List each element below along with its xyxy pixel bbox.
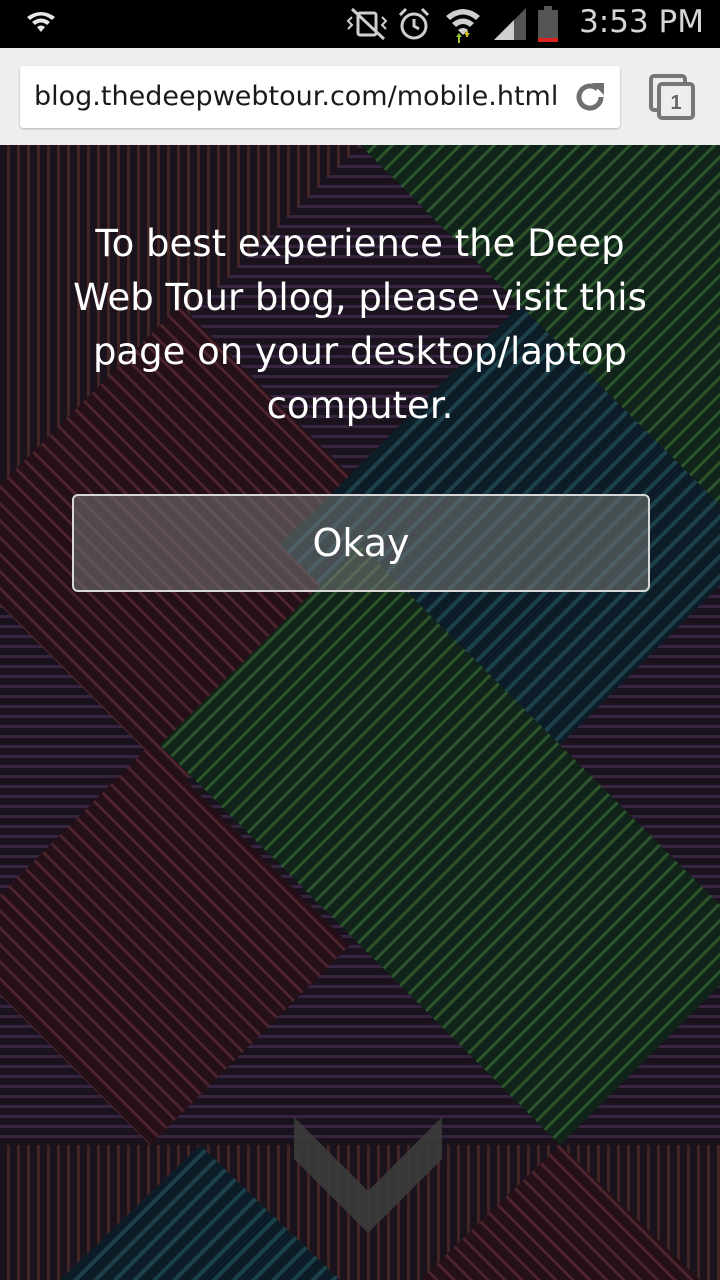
chevron-down-icon[interactable] bbox=[290, 1113, 446, 1237]
tab-count: 1 bbox=[670, 92, 681, 114]
wifi-icon bbox=[444, 0, 482, 48]
page-content: To best experience the Deep Web Tour blo… bbox=[0, 145, 720, 1280]
url-bar[interactable]: blog.thedeepwebtour.com/mobile.html bbox=[20, 66, 620, 128]
okay-button[interactable]: Okay bbox=[72, 494, 650, 592]
status-bar: 3:53 PM bbox=[0, 0, 720, 48]
tabs-icon[interactable]: 1 bbox=[648, 73, 696, 121]
signal-icon bbox=[492, 0, 528, 48]
url-text[interactable]: blog.thedeepwebtour.com/mobile.html bbox=[34, 66, 558, 128]
alarm-icon bbox=[396, 0, 432, 48]
reload-icon[interactable] bbox=[570, 77, 610, 117]
shield-icon bbox=[24, 0, 58, 48]
browser-toolbar: blog.thedeepwebtour.com/mobile.html 1 bbox=[0, 48, 720, 147]
vibrate-off-icon bbox=[346, 0, 388, 48]
visit-desktop-message: To best experience the Deep Web Tour blo… bbox=[73, 222, 647, 427]
battery-icon bbox=[536, 0, 560, 48]
status-time: 3:53 PM bbox=[579, 4, 704, 40]
